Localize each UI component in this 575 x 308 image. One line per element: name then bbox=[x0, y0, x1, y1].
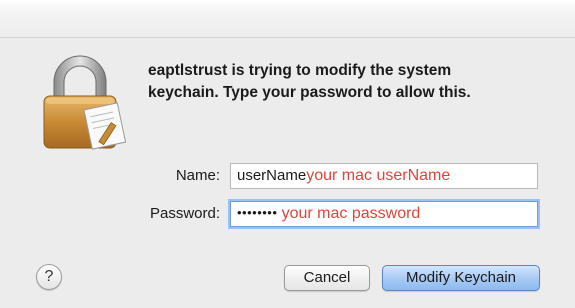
password-field[interactable]: •••••••• your mac password bbox=[230, 201, 538, 227]
name-field[interactable]: userNameyour mac userName bbox=[230, 163, 538, 189]
cancel-button[interactable]: Cancel bbox=[284, 265, 370, 291]
name-value: userName bbox=[237, 167, 307, 184]
dialog-message: eaptlstrust is trying to modify the syst… bbox=[148, 60, 548, 104]
keychain-dialog: eaptlstrust is trying to modify the syst… bbox=[0, 0, 575, 308]
lock-icon bbox=[43, 55, 127, 150]
help-button[interactable]: ? bbox=[36, 264, 62, 290]
modify-keychain-button[interactable]: Modify Keychain bbox=[382, 265, 540, 291]
help-icon: ? bbox=[44, 268, 54, 285]
message-line-2: keychain. Type your password to allow th… bbox=[148, 84, 471, 101]
password-dots: •••••••• bbox=[237, 205, 278, 220]
message-line-1: eaptlstrust is trying to modify the syst… bbox=[148, 62, 452, 79]
name-label: Name: bbox=[175, 167, 220, 184]
name-hint: your mac userName bbox=[306, 167, 451, 184]
password-label: Password: bbox=[149, 205, 220, 222]
title-divider bbox=[0, 37, 575, 38]
password-hint: your mac password bbox=[281, 205, 421, 222]
title-area bbox=[0, 0, 575, 38]
